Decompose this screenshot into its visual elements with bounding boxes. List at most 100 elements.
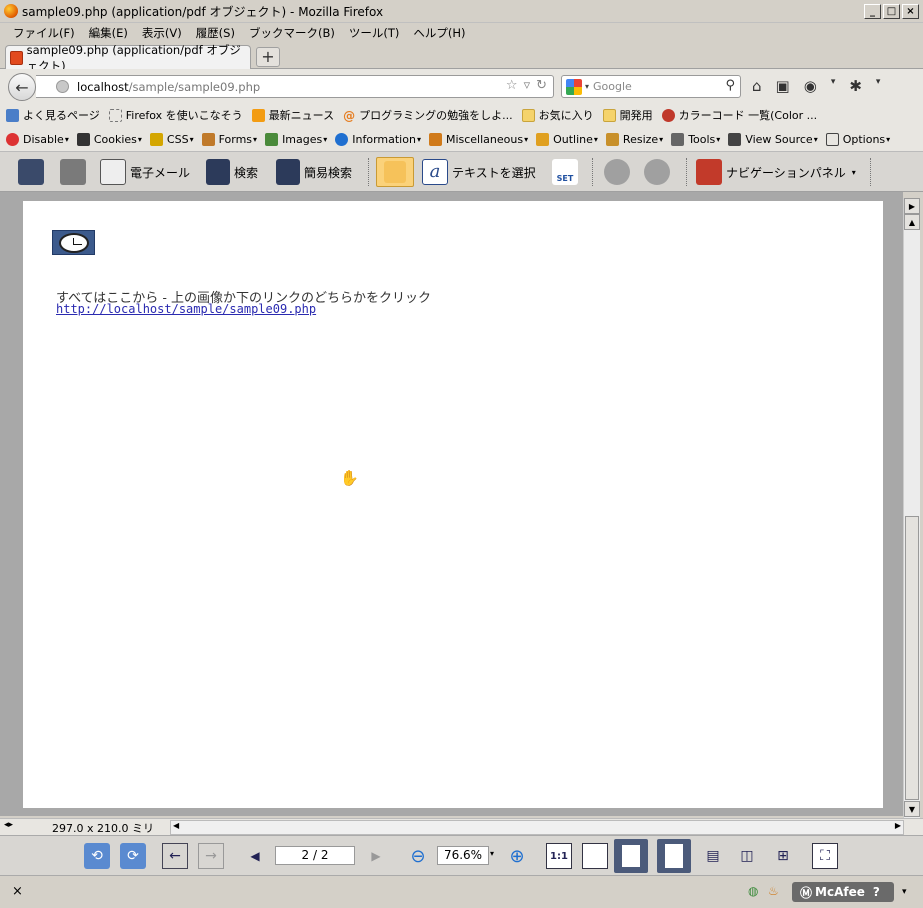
page-link[interactable]: http://localhost/sample/sample09.php <box>56 302 316 316</box>
bookmark-dev[interactable]: 開発用 <box>602 107 653 123</box>
vertical-scroll-thumb[interactable] <box>905 516 919 800</box>
clipboard-icon <box>201 132 215 146</box>
next-page-button[interactable]: ▶ <box>363 843 389 869</box>
globe-status-icon[interactable]: ◍ <box>748 884 758 898</box>
rotate-left-button[interactable] <box>604 157 634 187</box>
reload-icon[interactable]: ↻ <box>536 78 547 93</box>
scroll-right-arrow-icon[interactable]: ▶ <box>895 821 901 830</box>
wd-miscellaneous[interactable]: Miscellaneous ▾ <box>428 132 528 146</box>
save-button[interactable] <box>18 157 48 187</box>
wd-resize[interactable]: Resize ▾ <box>605 132 663 146</box>
page-number-field[interactable]: 2 / 2 <box>275 846 355 865</box>
pdf-document-area[interactable]: すべてはここから - 上の画像か下のリンクのどちらかをクリック http://l… <box>0 192 903 816</box>
flame-icon[interactable]: ♨ <box>768 884 779 898</box>
zoom-dropdown-icon[interactable]: ▾ <box>490 849 494 858</box>
mcafee-button[interactable]: Ⓜ McAfee ? <box>792 882 894 902</box>
search-engine-dropdown-icon[interactable]: ▾ <box>585 82 589 91</box>
wd-information[interactable]: Information ▾ <box>335 132 421 146</box>
split-icon[interactable]: ◂▸ <box>4 820 13 830</box>
continuous-button[interactable]: ▤ <box>700 843 726 869</box>
bookmark-star-icon[interactable]: ☆ <box>506 78 518 93</box>
addon-bug-icon[interactable]: ✱ <box>849 77 862 95</box>
single-page-button[interactable] <box>657 839 691 873</box>
wd-images[interactable]: Images ▾ <box>265 132 327 146</box>
bookmark-firefox-tips[interactable]: Firefox を使いこなそう <box>108 107 243 123</box>
wd-forms[interactable]: Forms ▾ <box>201 132 257 146</box>
email-button[interactable]: 電子メール <box>100 157 190 187</box>
close-addon-bar-button[interactable]: × <box>12 884 23 899</box>
screen-icon[interactable]: ▣ <box>776 77 790 95</box>
first-page-button[interactable]: ← <box>162 843 188 869</box>
continuous-facing-button[interactable]: ⊞ <box>770 843 796 869</box>
set-button[interactable]: SET <box>552 157 582 187</box>
google-icon[interactable] <box>566 78 582 95</box>
hand-tool-button[interactable] <box>376 157 414 187</box>
horizontal-scrollbar[interactable]: ◀ ▶ <box>170 820 904 835</box>
minimize-button[interactable]: _ <box>864 4 881 19</box>
wd-cookies[interactable]: Cookies ▾ <box>76 132 142 146</box>
scroll-right-arrow-icon[interactable]: ▶ <box>904 198 920 214</box>
navigation-panel-button[interactable]: ナビゲーションパネル ▾ <box>696 157 856 187</box>
bookmark-latest-news[interactable]: 最新ニュース <box>251 107 334 123</box>
home-icon[interactable]: ⌂ <box>752 77 762 95</box>
wd-css[interactable]: CSS ▾ <box>149 132 194 146</box>
rotate-right-button[interactable] <box>644 157 674 187</box>
zoom-field[interactable]: 76.6% <box>437 846 489 865</box>
overflow-dropdown-icon[interactable]: ▾ <box>876 77 881 95</box>
bookmark-programming[interactable]: @ プログラミングの勉強をしよ... <box>343 107 513 123</box>
zoom-out-button[interactable]: ⊖ <box>405 843 431 869</box>
search-button[interactable]: 検索 <box>206 157 258 187</box>
last-page-button[interactable]: → <box>198 843 224 869</box>
full-screen-button[interactable]: ⛶ <box>812 843 838 869</box>
wd-outline[interactable]: Outline ▾ <box>536 132 598 146</box>
dropdown-arrow-icon[interactable]: ▿ <box>524 78 531 93</box>
actual-size-button[interactable]: 1:1 <box>546 843 572 869</box>
fit-page-button[interactable] <box>582 843 608 869</box>
previous-page-button[interactable]: ◀ <box>242 843 268 869</box>
menu-bookmarks[interactable]: ブックマーク(B) <box>242 25 342 41</box>
close-button[interactable]: × <box>902 4 919 19</box>
camera-icon[interactable]: ◉ <box>804 77 817 95</box>
select-text-button[interactable]: a テキストを選択 <box>422 157 536 187</box>
wd-tools[interactable]: Tools ▾ <box>671 132 720 146</box>
menu-dropdown-icon[interactable]: ▾ <box>831 77 836 95</box>
firefox-icon[interactable] <box>4 4 18 18</box>
clock-image[interactable] <box>52 230 95 255</box>
rotate-cw-icon <box>644 159 670 185</box>
print-button[interactable] <box>60 157 90 187</box>
facing-button[interactable]: ◫ <box>734 843 760 869</box>
mcafee-shield-icon: Ⓜ <box>800 885 813 900</box>
vertical-scrollbar[interactable]: ▶ ▲ ▼ <box>903 198 920 818</box>
search-bar[interactable]: ▾ Google ⚲ <box>561 75 741 98</box>
wd-options[interactable]: Options ▾ <box>825 132 890 146</box>
scroll-up-arrow-icon[interactable]: ▲ <box>904 214 920 230</box>
tab-sample09[interactable]: sample09.php (application/pdf オブジェクト) <box>5 43 251 73</box>
bookmark-color-code[interactable]: カラーコード 一覧(Color ... <box>661 107 817 123</box>
simple-search-button[interactable]: 簡易検索 <box>276 157 352 187</box>
previous-view-button[interactable]: ⟲ <box>84 843 110 869</box>
menu-history[interactable]: 履歴(S) <box>189 25 242 41</box>
new-tab-button[interactable]: + <box>256 47 280 67</box>
menu-tools[interactable]: ツール(T) <box>342 25 407 41</box>
bookmark-favorites[interactable]: お気に入り <box>521 107 594 123</box>
menu-file[interactable]: ファイル(F) <box>6 25 82 41</box>
menu-view[interactable]: 表示(V) <box>135 25 189 41</box>
maximize-button[interactable]: □ <box>883 4 900 19</box>
menu-help[interactable]: ヘルプ(H) <box>406 25 472 41</box>
wd-disable[interactable]: Disable ▾ <box>6 132 69 146</box>
url-bar[interactable]: localhost/sample/sample09.php ☆ ▿ ↻ <box>36 75 554 98</box>
scroll-down-arrow-icon[interactable]: ▼ <box>904 801 920 817</box>
previous-view-icon: ⟲ <box>91 848 103 864</box>
menu-edit[interactable]: 編集(E) <box>82 25 135 41</box>
bookmark-most-visited[interactable]: よく見るページ <box>6 107 100 123</box>
addon-dropdown-icon[interactable]: ▾ <box>902 887 907 897</box>
nav-panel-icon <box>696 159 722 185</box>
scroll-left-arrow-icon[interactable]: ◀ <box>173 821 179 830</box>
binoculars-icon <box>206 159 230 185</box>
zoom-in-button[interactable]: ⊕ <box>504 843 530 869</box>
next-view-button[interactable]: ⟳ <box>120 843 146 869</box>
search-icon[interactable]: ⚲ <box>725 78 735 93</box>
fit-width-button[interactable] <box>614 839 648 873</box>
back-button[interactable]: ← <box>8 73 36 101</box>
wd-view-source[interactable]: View Source ▾ <box>728 132 818 146</box>
